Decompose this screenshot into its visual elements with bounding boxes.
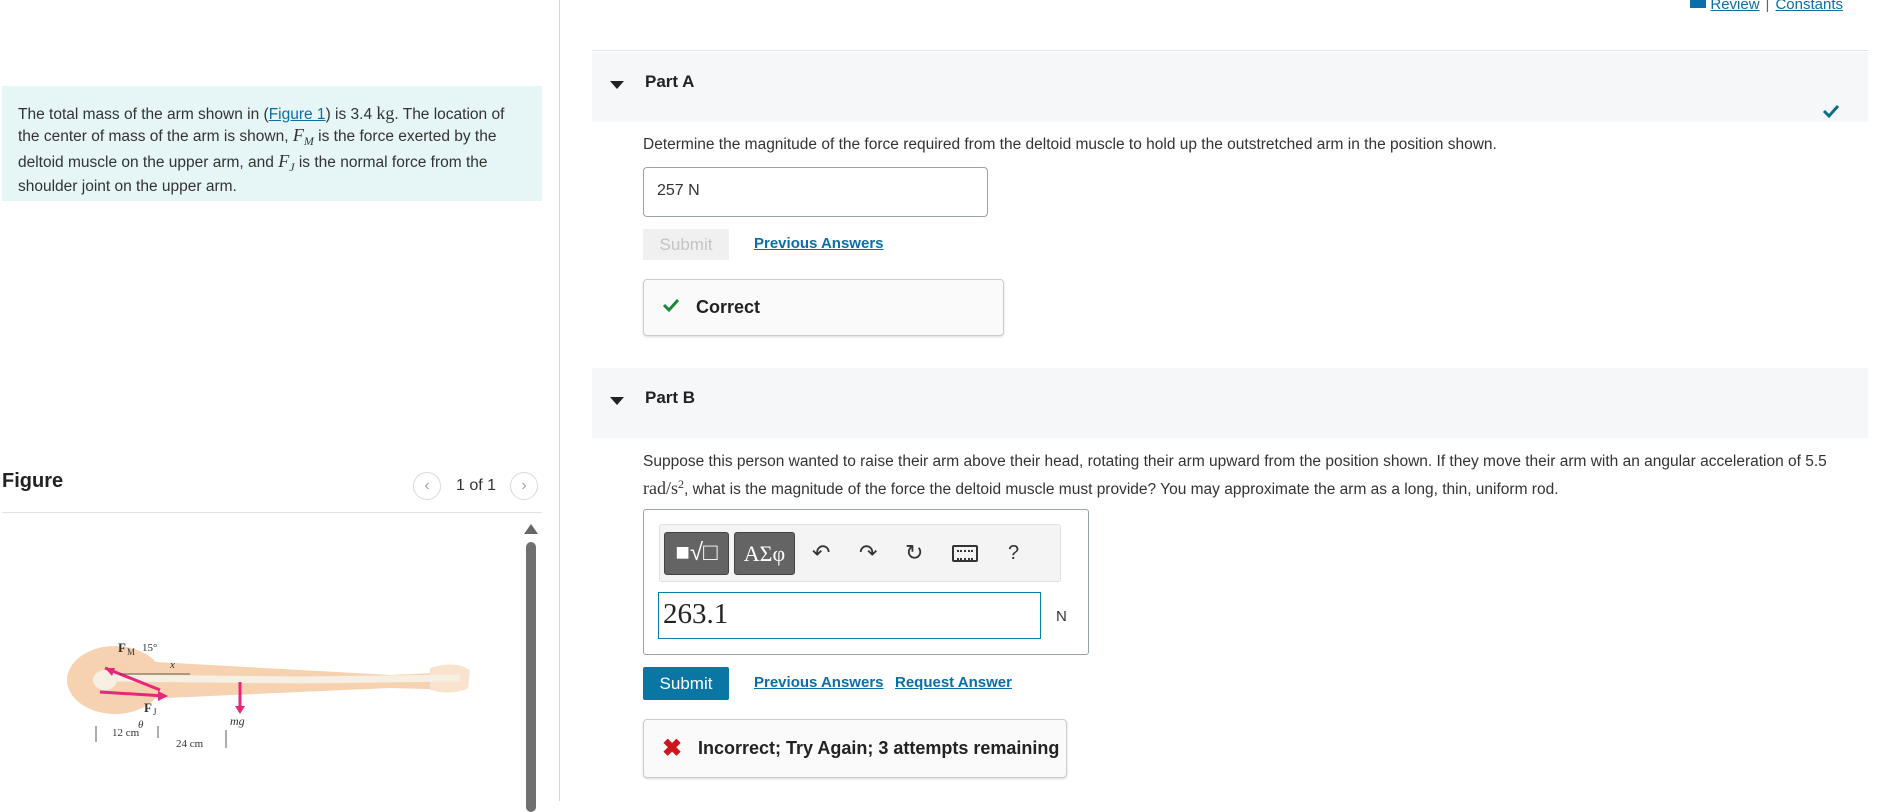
dim-24cm-label: 24 cm — [176, 738, 204, 750]
scroll-thumb[interactable] — [526, 542, 536, 812]
mg-arrowhead — [235, 706, 245, 714]
fm-sub: M — [303, 134, 314, 149]
scroll-up-icon[interactable] — [524, 524, 538, 534]
part-b-request-answer-link[interactable]: Request Answer — [895, 674, 1012, 691]
part-b-feedback-text: Incorrect; Try Again; 3 attempts remaini… — [698, 738, 1060, 758]
mass-unit: kg — [376, 103, 395, 123]
x-icon: ✖ — [662, 735, 683, 762]
top-links: Review | Constants — [1690, 0, 1843, 13]
part-b-question-2: , what is the magnitude of the force the… — [684, 481, 1559, 499]
caret-down-icon[interactable] — [610, 397, 624, 405]
part-b-answer-input[interactable]: 263.1 — [658, 592, 1041, 639]
greek-symbols-button[interactable]: ΑΣφ — [734, 532, 795, 575]
intro-text-2: ) is 3.4 — [325, 106, 377, 123]
math-toolbar: ■√□ ΑΣφ ↶ ↷ ↻ ? — [659, 524, 1061, 582]
fj-symbol: F — [278, 151, 290, 172]
redo-icon[interactable]: ↷ — [859, 539, 877, 567]
part-a-header[interactable]: Part A — [592, 52, 1868, 122]
fm-label: F — [118, 640, 126, 655]
fm-sub-label: M — [127, 647, 135, 657]
bone — [104, 674, 461, 684]
part-b-submit-button[interactable]: Submit — [643, 667, 729, 700]
figure-counter: 1 of 1 — [456, 477, 497, 494]
keyboard-icon[interactable] — [952, 545, 978, 562]
checkmark-icon — [1822, 104, 1840, 119]
constants-link[interactable]: Constants — [1775, 0, 1843, 13]
dim-12cm-label: 12 cm — [112, 727, 140, 739]
check-icon — [662, 298, 680, 313]
x-label: x — [169, 659, 175, 671]
mg-label: mg — [230, 714, 245, 728]
humeral-head — [93, 670, 117, 690]
help-button[interactable]: ? — [1008, 539, 1019, 567]
panel-divider — [559, 0, 560, 801]
part-b-question: Suppose this person wanted to raise thei… — [643, 451, 1853, 501]
review-link[interactable]: Review — [1710, 0, 1759, 13]
chevron-right-icon[interactable]: › — [510, 472, 538, 500]
part-b-feedback: ✖ Incorrect; Try Again; 3 attempts remai… — [643, 719, 1067, 778]
part-b-header[interactable]: Part B — [592, 368, 1868, 438]
part-a-previous-answers-link[interactable]: Previous Answers — [754, 235, 884, 252]
intro-text-1: The total mass of the arm shown in ( — [18, 106, 269, 123]
left-panel: The total mass of the arm shown in (Figu… — [0, 0, 559, 812]
figure-link[interactable]: Figure 1 — [269, 106, 326, 123]
part-a-feedback-text: Correct — [696, 297, 761, 317]
reset-icon[interactable]: ↻ — [905, 539, 923, 567]
link-separator: | — [1765, 0, 1770, 13]
templates-icon[interactable]: ■√□ — [664, 532, 729, 575]
accel-unit: rad/s — [643, 478, 678, 499]
part-b-title: Part B — [645, 388, 696, 407]
part-a-answer-field[interactable]: 257 N — [643, 167, 988, 217]
fj-label: F — [144, 700, 152, 715]
figure-scrollbar[interactable] — [524, 524, 538, 812]
fj-sub-label: J — [153, 707, 157, 717]
problem-intro: The total mass of the arm shown in (Figu… — [2, 86, 542, 201]
angle-label: 15° — [142, 642, 157, 654]
part-b-question-1: Suppose this person wanted to raise thei… — [643, 453, 1827, 470]
chevron-left-icon[interactable]: ‹ — [413, 472, 441, 500]
part-b-unit: N — [1056, 608, 1067, 625]
part-a-feedback: Correct — [643, 279, 1004, 336]
book-icon — [1690, 0, 1707, 8]
part-b-previous-answers-link[interactable]: Previous Answers — [754, 674, 884, 691]
part-a-title: Part A — [645, 72, 695, 91]
figure-title: Figure — [2, 470, 64, 492]
math-editor: ■√□ ΑΣφ ↶ ↷ ↻ ? 263.1 N — [643, 509, 1089, 655]
arm-figure: F M 15° x F J θ mg 12 cm 24 cm — [67, 640, 470, 750]
part-a-question: Determine the magnitude of the force req… — [643, 136, 1497, 153]
caret-down-icon[interactable] — [610, 81, 624, 89]
top-divider — [592, 50, 1868, 51]
undo-icon[interactable]: ↶ — [812, 539, 830, 567]
figure-divider — [2, 512, 542, 513]
fm-symbol: F — [292, 125, 304, 145]
part-a-submit-button[interactable]: Submit — [643, 229, 729, 260]
